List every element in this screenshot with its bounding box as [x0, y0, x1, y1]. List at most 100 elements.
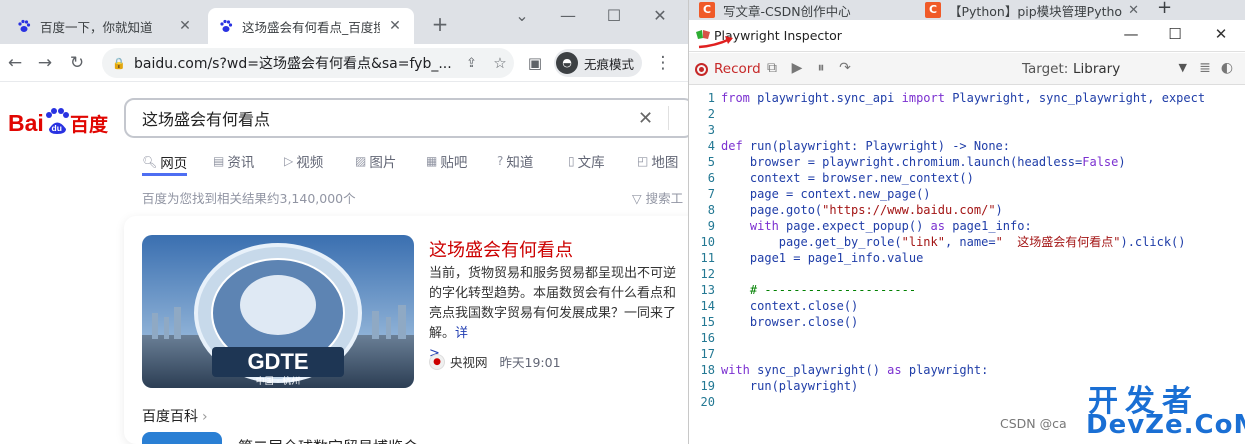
- tab-title: 写文章-CSDN创作中心: [723, 3, 851, 19]
- background-tab-strip: C 写文章-CSDN创作中心 C 【Python】pip模块管理Pytho ✕ …: [689, 0, 1245, 20]
- csdn-icon: C: [925, 2, 941, 18]
- line-number: 17: [700, 347, 715, 361]
- record-button[interactable]: Record: [695, 61, 761, 77]
- tab-news[interactable]: ▤ 资讯: [213, 150, 254, 172]
- line-number: 18: [700, 363, 715, 377]
- document-icon: ▯: [568, 154, 575, 168]
- source-time: 昨天19:01: [499, 355, 561, 370]
- cctv-source-icon: ●: [429, 353, 445, 370]
- camera-search-icon[interactable]: [668, 106, 688, 130]
- resume-icon[interactable]: ▶︎: [787, 60, 807, 76]
- line-number: 13: [700, 283, 715, 297]
- search-tools-button[interactable]: ▽ 搜索工: [632, 188, 683, 207]
- maximize-icon[interactable]: ☐: [594, 6, 634, 25]
- copy-icon[interactable]: ⧉: [762, 60, 782, 76]
- tab-csdn-editor[interactable]: C 写文章-CSDN创作中心: [689, 0, 917, 20]
- csdn-icon: C: [699, 2, 715, 18]
- search-input[interactable]: 这场盛会有何看点 ✕: [124, 98, 688, 138]
- tab-video[interactable]: ▷ 视频: [284, 150, 323, 172]
- baidu-paw-icon: [16, 18, 32, 34]
- chevron-down-icon: ▼: [1178, 61, 1187, 74]
- tab-images[interactable]: ▨ 图片: [355, 150, 396, 172]
- minimize-icon[interactable]: —: [548, 6, 588, 25]
- line-number: 10: [700, 235, 715, 249]
- line-number: 8: [707, 203, 715, 217]
- result-more-link[interactable]: 详: [455, 326, 468, 341]
- side-panel-icon[interactable]: ▣: [524, 53, 546, 75]
- baike-title[interactable]: 第二届全球数字贸易博览会: [238, 436, 418, 444]
- line-number: 9: [707, 219, 715, 233]
- share-icon[interactable]: ⇪: [466, 56, 486, 71]
- result-abstract: 当前，货物贸易和服务贸易都呈现出不可逆的字化转型趋势。本届数贸会有什么看点和亮点…: [429, 264, 687, 364]
- maximize-icon[interactable]: ☐: [1153, 25, 1197, 43]
- baidu-logo[interactable]: Bai du 百度: [8, 100, 112, 140]
- record-icon: [695, 62, 708, 76]
- tieba-icon: ▦: [426, 154, 438, 168]
- source-name[interactable]: 央视网: [450, 352, 488, 371]
- line-number: 5: [707, 155, 715, 169]
- line-number: 2: [707, 107, 715, 121]
- filter-icon: ▽: [632, 191, 646, 206]
- new-tab-button[interactable]: +: [1157, 0, 1172, 18]
- red-arrow-annotation: [698, 36, 733, 49]
- target-select[interactable]: Library ▼: [1073, 61, 1187, 77]
- tab-wenku[interactable]: ▯ 文库: [568, 150, 605, 172]
- line-number: 3: [707, 123, 715, 137]
- inspector-toolbar: Record ⧉ ▶︎ ⏸︎ ↷ Target: Library ▼ ≣ ◐: [689, 53, 1245, 85]
- image-icon: ▨: [355, 154, 367, 168]
- clear-icon[interactable]: ≣: [1195, 60, 1215, 76]
- tab-close-icon[interactable]: ✕: [386, 18, 404, 34]
- baike-thumbnail[interactable]: [142, 432, 222, 444]
- thumbnail-caption: 中国 · 杭州: [256, 375, 301, 387]
- line-number: 1: [707, 91, 715, 105]
- browser-toolbar: ← → ↻ 🔒 baidu.com/s?wd=这场盛会有何看点&sa=fyb_.…: [0, 44, 688, 82]
- bookmark-star-icon[interactable]: ☆: [486, 54, 514, 72]
- chevron-right-icon: ›: [202, 409, 208, 425]
- tab-tieba[interactable]: ▦ 贴吧: [426, 150, 467, 172]
- svg-text:du: du: [52, 123, 62, 133]
- tab-baidu-search[interactable]: 这场盛会有何看点_百度搜索 ✕: [208, 8, 414, 44]
- baike-header[interactable]: 百度百科 ›: [142, 406, 208, 426]
- menu-kebab-icon[interactable]: ⋮: [652, 53, 674, 75]
- browser-window: 百度一下，你就知道 ✕ 这场盛会有何看点_百度搜索 ✕ + ⌄ — ☐ ✕ ← …: [0, 0, 688, 444]
- close-window-icon[interactable]: ✕: [640, 6, 680, 25]
- new-tab-button[interactable]: +: [420, 12, 460, 36]
- svg-text:Bai: Bai: [8, 110, 44, 136]
- line-number: 11: [700, 251, 715, 265]
- target-label: Target:: [1022, 61, 1069, 77]
- incognito-icon: ◓: [556, 52, 578, 74]
- tab-map[interactable]: ◰ 地图: [637, 150, 678, 172]
- tab-python-pip[interactable]: C 【Python】pip模块管理Pytho ✕: [915, 0, 1155, 20]
- reload-icon[interactable]: ↻: [66, 53, 88, 75]
- line-number: 6: [707, 171, 715, 185]
- devze-watermark-en: DevZe.CoM: [1086, 410, 1245, 440]
- address-bar[interactable]: 🔒 baidu.com/s?wd=这场盛会有何看点&sa=fyb_... ⇪ ☆: [102, 48, 514, 78]
- result-count: 百度为您找到相关结果约3,140,000个: [142, 191, 356, 206]
- close-window-icon[interactable]: ✕: [1199, 25, 1243, 43]
- clear-search-icon[interactable]: ✕: [638, 108, 668, 129]
- incognito-badge[interactable]: ◓ 无痕模式: [554, 49, 643, 77]
- tab-title: 百度一下，你就知道: [40, 19, 153, 35]
- tab-close-icon[interactable]: ✕: [176, 18, 194, 34]
- chevron-down-icon[interactable]: ⌄: [502, 6, 542, 25]
- tab-close-icon[interactable]: ✕: [1128, 3, 1139, 18]
- line-number: 16: [700, 331, 715, 345]
- map-icon: ◰: [637, 154, 649, 168]
- line-number: 12: [700, 267, 715, 281]
- tab-title: 【Python】pip模块管理Pytho: [949, 3, 1123, 19]
- theme-toggle-icon[interactable]: ◐: [1217, 60, 1237, 76]
- step-over-icon[interactable]: ↷: [835, 60, 855, 76]
- result-thumbnail[interactable]: GDTE 中国 · 杭州: [142, 235, 414, 388]
- tab-baidu-home[interactable]: 百度一下，你就知道 ✕: [6, 8, 204, 44]
- line-number: 4: [707, 139, 715, 153]
- minimize-icon[interactable]: —: [1109, 25, 1153, 43]
- search-icon: 🔍︎: [142, 154, 158, 169]
- result-title-link[interactable]: 这场盛会有何看点: [429, 236, 573, 262]
- pause-icon[interactable]: ⏸︎: [811, 60, 831, 76]
- back-arrow-icon[interactable]: ←: [4, 53, 26, 75]
- tab-zhidao[interactable]: ? 知道: [497, 150, 533, 172]
- tab-web[interactable]: 🔍︎ 网页: [142, 150, 188, 176]
- result-source: ● 央视网 昨天19:01: [429, 352, 561, 371]
- question-icon: ?: [497, 154, 504, 168]
- forward-arrow-icon[interactable]: →: [34, 53, 56, 75]
